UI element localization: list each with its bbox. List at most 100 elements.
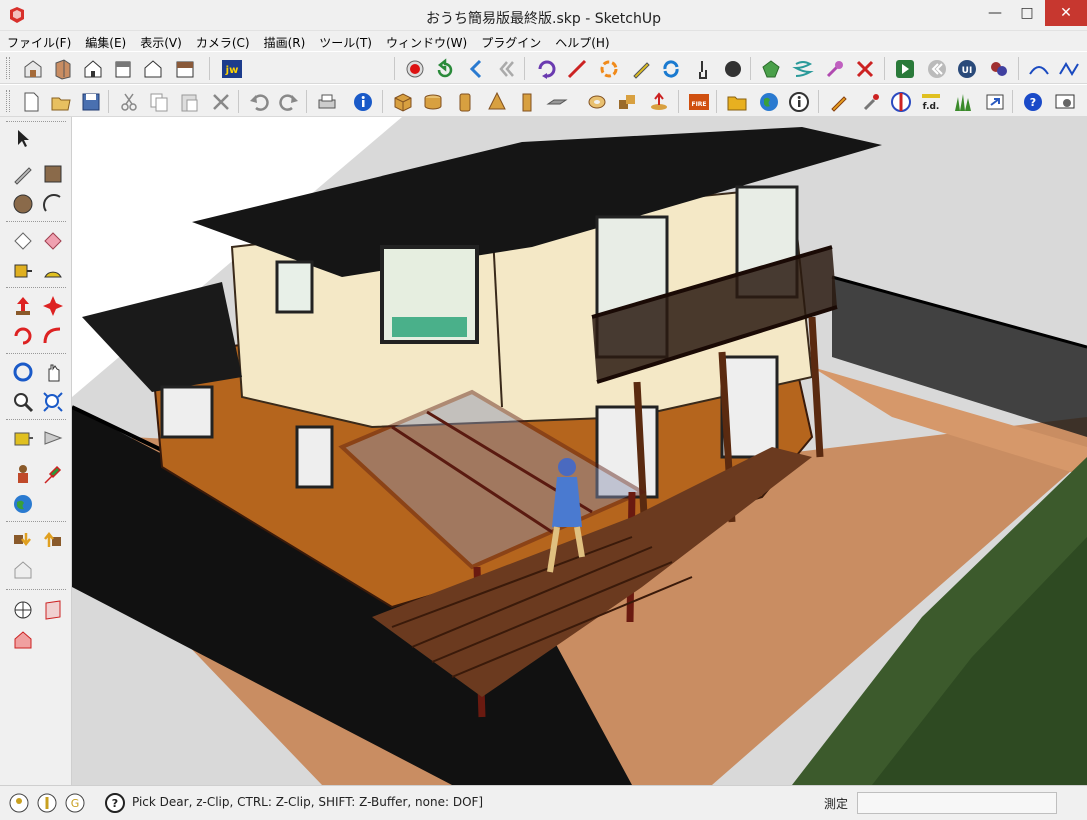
menu-edit[interactable]: 編集(E) <box>78 31 133 51</box>
fire-icon[interactable]: FIRE <box>686 89 712 115</box>
menu-view[interactable]: 表示(V) <box>133 31 189 51</box>
hand-icon[interactable] <box>690 56 716 82</box>
curve-icon[interactable] <box>1026 56 1052 82</box>
follow-me-icon[interactable] <box>40 323 66 349</box>
orbit-icon[interactable] <box>534 56 560 82</box>
shapes-icon[interactable] <box>614 89 640 115</box>
menu-file[interactable]: ファイル(F) <box>0 31 78 51</box>
play-icon[interactable] <box>892 56 918 82</box>
menu-draw[interactable]: 描画(R) <box>257 31 313 51</box>
rectangle-icon[interactable] <box>40 161 66 187</box>
erase-icon[interactable] <box>208 89 234 115</box>
undo-icon[interactable] <box>246 89 272 115</box>
minimize-button[interactable]: — <box>980 0 1010 26</box>
menu-tools[interactable]: ツール(T) <box>312 31 379 51</box>
spring-icon[interactable] <box>790 56 816 82</box>
push-icon[interactable] <box>646 89 672 115</box>
back-view-icon[interactable] <box>140 56 166 82</box>
settings-icon[interactable] <box>1052 89 1078 115</box>
help-status-icon[interactable]: ? <box>104 792 126 814</box>
sphere-icon[interactable] <box>720 56 746 82</box>
left-view-icon[interactable] <box>172 56 198 82</box>
dropper-icon[interactable] <box>858 89 884 115</box>
redo-icon[interactable] <box>276 89 302 115</box>
info-icon[interactable] <box>786 89 812 115</box>
google-icon[interactable]: G <box>64 792 86 814</box>
paint-icon[interactable] <box>40 227 66 253</box>
tube-icon[interactable] <box>514 89 540 115</box>
model-viewport[interactable] <box>72 117 1087 785</box>
location-icon[interactable] <box>8 792 30 814</box>
select-icon[interactable] <box>10 125 36 151</box>
maximize-button[interactable]: □ <box>1012 0 1042 26</box>
fd-icon[interactable]: f.d. <box>918 89 944 115</box>
gem-icon[interactable] <box>758 56 784 82</box>
back-icon[interactable] <box>924 56 950 82</box>
save-icon[interactable] <box>78 89 104 115</box>
menu-camera[interactable]: カメラ(C) <box>189 31 257 51</box>
walk-icon[interactable] <box>10 425 36 451</box>
earth-tool-icon[interactable] <box>10 491 36 517</box>
measure-input[interactable] <box>857 792 1057 814</box>
torus-icon[interactable] <box>584 89 610 115</box>
orbit-tool-icon[interactable] <box>10 359 36 385</box>
menu-window[interactable]: ウィンドウ(W) <box>379 31 474 51</box>
zigzag-icon[interactable] <box>1056 56 1082 82</box>
right-view-icon[interactable] <box>110 56 136 82</box>
refresh-icon[interactable] <box>658 56 684 82</box>
rotate-icon[interactable] <box>596 56 622 82</box>
protractor-icon[interactable] <box>40 257 66 283</box>
pin-icon[interactable] <box>822 56 848 82</box>
credit-icon[interactable] <box>36 792 58 814</box>
palette-grip[interactable] <box>6 121 66 123</box>
tape-icon[interactable] <box>10 257 36 283</box>
prev-icon[interactable] <box>464 56 490 82</box>
rotate-tool-icon[interactable] <box>10 323 36 349</box>
cut-icon[interactable] <box>116 89 142 115</box>
section-display-icon[interactable] <box>10 627 36 653</box>
cylinder-icon[interactable] <box>420 89 446 115</box>
pencil-icon[interactable] <box>628 56 654 82</box>
arc-icon[interactable] <box>40 191 66 217</box>
record-icon[interactable] <box>402 56 428 82</box>
rewind-icon[interactable] <box>494 56 520 82</box>
house-outline-icon[interactable] <box>10 557 36 583</box>
circle-icon[interactable] <box>10 191 36 217</box>
grass-icon[interactable] <box>950 89 976 115</box>
export-icon[interactable] <box>982 89 1008 115</box>
plate-icon[interactable] <box>544 89 570 115</box>
zoom-extents-icon[interactable] <box>40 389 66 415</box>
box-icon[interactable] <box>390 89 416 115</box>
undo-view-icon[interactable] <box>432 56 458 82</box>
toolbar-grip[interactable] <box>6 57 10 79</box>
axes-icon[interactable] <box>10 597 36 623</box>
look-icon[interactable] <box>40 425 66 451</box>
line-icon[interactable] <box>564 56 590 82</box>
component-export-icon[interactable] <box>40 527 66 553</box>
folder-icon[interactable] <box>724 89 750 115</box>
column-icon[interactable] <box>452 89 478 115</box>
paste-icon[interactable] <box>176 89 202 115</box>
copy-icon[interactable] <box>146 89 172 115</box>
pan-icon[interactable] <box>40 359 66 385</box>
cross-icon[interactable] <box>852 56 878 82</box>
section-plane-icon[interactable] <box>40 597 66 623</box>
zoom-icon[interactable] <box>10 389 36 415</box>
top-view-icon[interactable] <box>50 56 76 82</box>
cone-icon[interactable] <box>484 89 510 115</box>
model-info-icon[interactable] <box>350 89 376 115</box>
component-icon[interactable] <box>10 527 36 553</box>
house-model-scene[interactable] <box>72 117 1087 785</box>
new-file-icon[interactable] <box>18 89 44 115</box>
earth-icon[interactable] <box>756 89 782 115</box>
iso-view-icon[interactable] <box>20 56 46 82</box>
close-button[interactable]: ✕ <box>1045 0 1087 26</box>
section-icon[interactable] <box>888 89 914 115</box>
pencil-tool-icon[interactable] <box>826 89 852 115</box>
print-icon[interactable] <box>314 89 340 115</box>
move-icon[interactable] <box>40 293 66 319</box>
open-file-icon[interactable] <box>48 89 74 115</box>
toolbar-grip[interactable] <box>6 90 10 112</box>
menu-help[interactable]: ヘルプ(H) <box>548 31 616 51</box>
warehouse-icon[interactable] <box>10 461 36 487</box>
